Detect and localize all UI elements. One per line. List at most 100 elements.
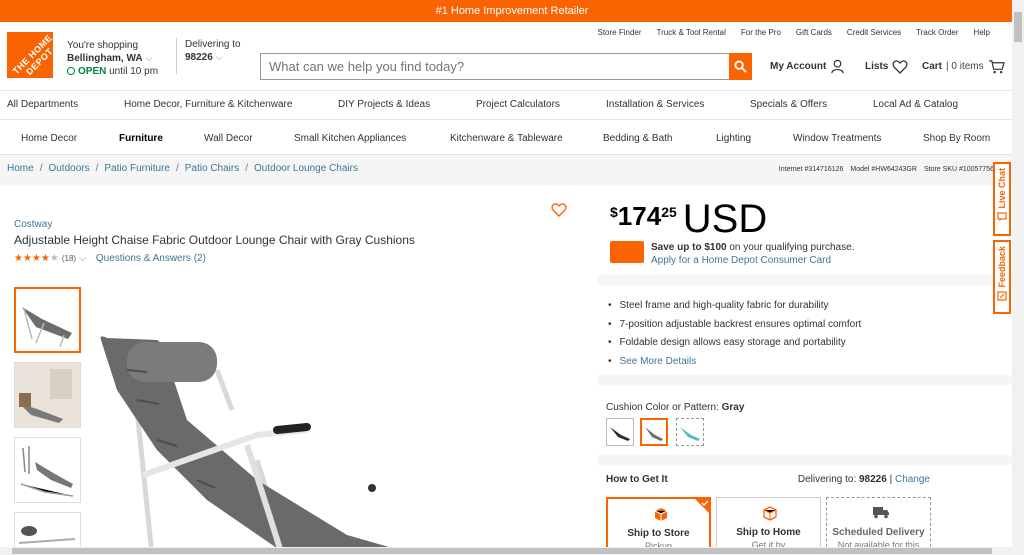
- util-link-help[interactable]: Help: [974, 28, 990, 37]
- delivery-zip-selector[interactable]: Delivering to 98226 ⌵: [176, 38, 241, 74]
- nav-home-decor-furniture[interactable]: Home Decor, Furniture & Kitchenware: [124, 91, 292, 119]
- star-rating[interactable]: ★★★★★: [14, 253, 59, 264]
- breadcrumb: Home / Outdoors / Patio Furniture / Patio Chai…: [7, 163, 358, 174]
- breadcrumb-separator: /: [95, 163, 99, 174]
- live-chat-label: Live Chat: [997, 168, 1007, 209]
- product-main-image[interactable]: [97, 330, 497, 555]
- subnav-shop-by-room[interactable]: Shop By Room: [923, 123, 990, 155]
- color-label: Cushion Color or Pattern: Gray: [606, 402, 744, 413]
- cart-label: Cart: [922, 61, 943, 72]
- price-unit: USD: [682, 197, 768, 241]
- breadcrumb-patio-furniture[interactable]: Patio Furniture: [104, 163, 170, 174]
- util-link-for-the-pro[interactable]: For the Pro: [741, 28, 781, 37]
- see-more-details-link[interactable]: See More Details: [608, 353, 861, 372]
- color-selector-card: Cushion Color or Pattern: Gray: [598, 385, 1012, 455]
- subnav-window-treatments[interactable]: Window Treatments: [793, 123, 881, 155]
- nav-diy-projects[interactable]: DIY Projects & Ideas: [338, 91, 430, 119]
- subnav-kitchenware-tableware[interactable]: Kitchenware & Tableware: [450, 123, 563, 155]
- apply-card-link[interactable]: Apply for a Home Depot Consumer Card: [651, 254, 854, 267]
- how-to-get-it-title: How to Get It: [606, 474, 668, 485]
- nav-installation-services[interactable]: Installation & Services: [606, 91, 704, 119]
- fulfillment-delivery-zip: Delivering to: 98226 | Change: [797, 474, 930, 485]
- subnav-bedding-bath[interactable]: Bedding & Bath: [603, 123, 673, 155]
- color-selected-value: Gray: [721, 402, 745, 413]
- truck-icon: [873, 507, 889, 519]
- search-button[interactable]: [729, 53, 752, 80]
- home-depot-logo[interactable]: THE HOME DEPOT: [7, 32, 53, 78]
- subnav-wall-decor[interactable]: Wall Decor: [204, 123, 253, 155]
- breadcrumb-separator: /: [39, 163, 43, 174]
- black-chair-swatch-image: [610, 427, 630, 441]
- rating-summary: ★★★★★ (18) ⌵ Questions & Answers (2): [14, 253, 206, 264]
- feedback-label: Feedback: [997, 246, 1007, 288]
- favorite-button[interactable]: [551, 202, 567, 222]
- live-chat-tab[interactable]: Live Chat: [993, 162, 1011, 236]
- site-header: THE HOME DEPOT You're shopping Bellingha…: [0, 22, 1012, 90]
- scheduled-delivery-label: Scheduled Delivery: [832, 527, 925, 538]
- nav-specials-offers[interactable]: Specials & Offers: [750, 91, 827, 119]
- thumbnail-2[interactable]: [14, 362, 81, 428]
- review-count[interactable]: (18): [62, 254, 76, 263]
- util-link-truck-rental[interactable]: Truck & Tool Rental: [657, 28, 726, 37]
- change-zip-link[interactable]: Change: [895, 474, 930, 485]
- highlight-item: Steel frame and high-quality fabric for …: [608, 297, 861, 316]
- search-box: [260, 53, 752, 80]
- my-account-label: My Account: [770, 61, 827, 72]
- breadcrumb-patio-chairs[interactable]: Patio Chairs: [185, 163, 239, 174]
- nav-project-calculators[interactable]: Project Calculators: [476, 91, 560, 119]
- thumbnail-1[interactable]: [14, 287, 81, 353]
- horizontal-scrollbar[interactable]: [0, 547, 1012, 555]
- secondary-nav: Home Decor Furniture Wall Decor Small Ki…: [0, 123, 1012, 155]
- highlight-item: 7-position adjustable backrest ensures o…: [608, 316, 862, 335]
- subnav-small-kitchen-appliances[interactable]: Small Kitchen Appliances: [294, 123, 406, 155]
- subnav-furniture[interactable]: Furniture: [119, 123, 163, 155]
- scrollbar-thumb[interactable]: [12, 548, 992, 554]
- breadcrumb-outdoor-lounge-chairs[interactable]: Outdoor Lounge Chairs: [254, 163, 358, 174]
- primary-nav: All Departments Home Decor, Furniture & …: [0, 90, 1012, 120]
- cart-icon: [988, 60, 1005, 74]
- credit-offer-bold: Save up to $100: [651, 242, 727, 253]
- room-scene-thumbnail-image: [15, 363, 80, 427]
- cart-button[interactable]: Cart | 0 items: [922, 59, 1005, 74]
- store-label: You're shopping: [67, 40, 139, 51]
- swatch-gray[interactable]: [640, 418, 668, 446]
- brand-link[interactable]: Costway: [14, 219, 52, 230]
- utility-links: Store Finder Truck & Tool Rental For the…: [597, 28, 990, 37]
- feedback-tab[interactable]: Feedback: [993, 240, 1011, 314]
- util-link-store-finder[interactable]: Store Finder: [597, 28, 641, 37]
- swatch-black[interactable]: [606, 418, 634, 446]
- nav-local-ad-catalog[interactable]: Local Ad & Catalog: [873, 91, 958, 119]
- search-input[interactable]: [261, 54, 726, 79]
- swatch-blue[interactable]: [676, 418, 704, 446]
- breadcrumb-outdoors[interactable]: Outdoors: [48, 163, 89, 174]
- price: $ 174 25 USD: [610, 197, 768, 241]
- highlight-item: Foldable design allows easy storage and …: [608, 334, 861, 353]
- checkmark-icon: [695, 499, 709, 513]
- thumbnail-3[interactable]: [14, 437, 81, 503]
- store-sku: Store SKU #10057756: [923, 166, 994, 173]
- util-link-track-order[interactable]: Track Order: [916, 28, 958, 37]
- util-link-credit-services[interactable]: Credit Services: [847, 28, 901, 37]
- questions-answers-link[interactable]: Questions & Answers (2): [96, 253, 206, 264]
- user-icon: [831, 59, 845, 74]
- ship-to-home-label: Ship to Home: [736, 527, 801, 538]
- breadcrumb-separator: /: [175, 163, 179, 174]
- subnav-home-decor[interactable]: Home Decor: [21, 123, 77, 155]
- lounge-chair-thumbnail-image: [22, 307, 72, 348]
- scrollbar-thumb[interactable]: [1014, 12, 1022, 42]
- store-selector[interactable]: You're shopping Bellingham, WA ⌵ OPEN unt…: [67, 39, 158, 78]
- subnav-lighting[interactable]: Lighting: [716, 123, 751, 155]
- chevron-down-icon: ⌵: [145, 53, 153, 63]
- ship-to-store-label: Ship to Store: [627, 528, 690, 539]
- price-dollars: 174: [617, 201, 662, 231]
- util-link-gift-cards[interactable]: Gift Cards: [796, 28, 832, 37]
- my-account-button[interactable]: My Account: [770, 59, 845, 74]
- breadcrumb-home[interactable]: Home: [7, 163, 34, 174]
- search-icon: [734, 60, 747, 73]
- chevron-down-icon[interactable]: ⌵: [79, 253, 86, 264]
- lists-button[interactable]: Lists: [865, 59, 908, 74]
- nav-all-departments[interactable]: All Departments: [7, 91, 78, 119]
- vertical-scrollbar[interactable]: [1012, 0, 1024, 555]
- lounge-chair-main-image: [100, 336, 417, 555]
- price-cents: 25: [661, 204, 677, 220]
